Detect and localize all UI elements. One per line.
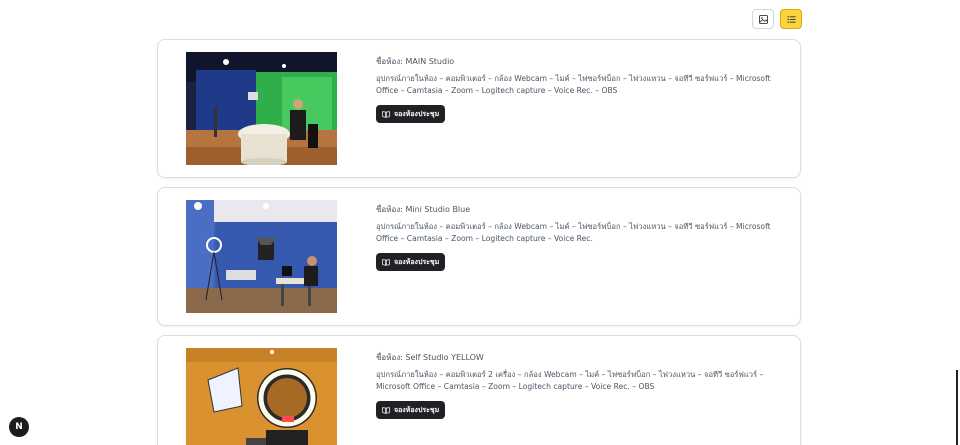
book-room-button[interactable]: จองห้องประชุม bbox=[376, 105, 446, 123]
room-card: ชื่อห้อง: Self Studio YELLOW อุปกรณ์ภายใ… bbox=[157, 335, 801, 445]
room-card: ชื่อห้อง: MAIN Studio อุปกรณ์ภายในห้อง –… bbox=[157, 39, 801, 178]
view-toggle bbox=[752, 9, 802, 29]
room-photo bbox=[186, 200, 337, 313]
room-equipment: อุปกรณ์ภายในห้อง – คอมพิวเตอร์ – กล้อง W… bbox=[376, 222, 771, 243]
book-room-button[interactable]: จองห้องประชุม bbox=[376, 401, 446, 419]
book-open-icon bbox=[382, 407, 390, 414]
list-view-button[interactable] bbox=[780, 9, 802, 29]
image-icon bbox=[758, 14, 768, 24]
nextjs-indicator-button[interactable]: N bbox=[9, 417, 29, 437]
room-name: ชื่อห้อง: Mini Studio Blue bbox=[376, 205, 471, 214]
room-name: ชื่อห้อง: Self Studio YELLOW bbox=[376, 353, 484, 362]
list-icon bbox=[786, 15, 796, 23]
room-photo bbox=[186, 52, 337, 165]
book-open-icon bbox=[382, 111, 390, 118]
room-equipment: อุปกรณ์ภายในห้อง – คอมพิวเตอร์ – กล้อง W… bbox=[376, 74, 771, 95]
book-room-label: จองห้องประชุม bbox=[394, 109, 440, 118]
book-open-icon bbox=[382, 259, 390, 266]
room-card: ชื่อห้อง: Mini Studio Blue อุปกรณ์ภายในห… bbox=[157, 187, 801, 326]
fab-label: N bbox=[15, 422, 23, 432]
room-name: ชื่อห้อง: MAIN Studio bbox=[376, 57, 455, 66]
page: ชื่อห้อง: MAIN Studio อุปกรณ์ภายในห้อง –… bbox=[0, 0, 960, 445]
book-room-button[interactable]: จองห้องประชุม bbox=[376, 253, 446, 271]
room-photo bbox=[186, 348, 337, 445]
room-equipment: อุปกรณ์ภายในห้อง – คอมพิวเตอร์ 2 เครื่อง… bbox=[376, 370, 764, 391]
scrollbar[interactable] bbox=[956, 370, 958, 445]
book-room-label: จองห้องประชุม bbox=[394, 257, 440, 266]
book-room-label: จองห้องประชุม bbox=[394, 405, 440, 414]
grid-view-button[interactable] bbox=[752, 9, 774, 29]
